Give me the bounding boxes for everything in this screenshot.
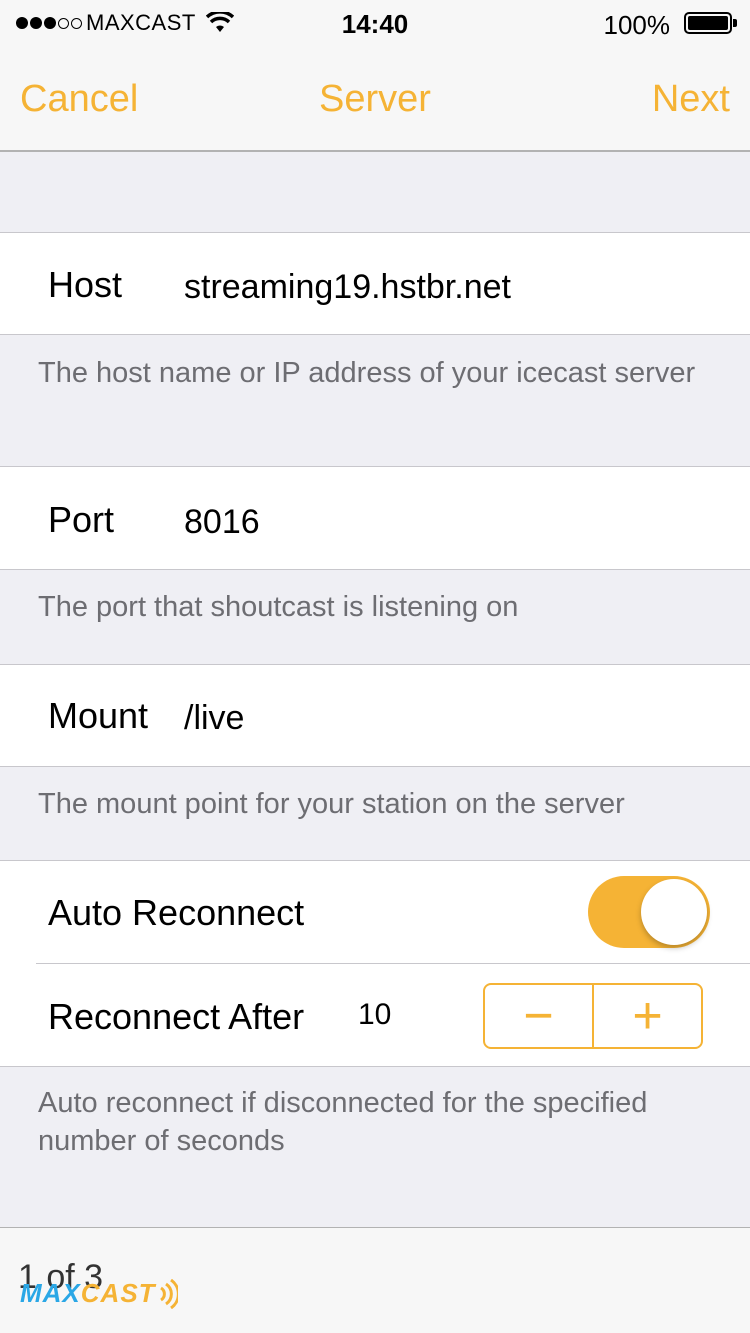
toggle-knob (641, 879, 707, 945)
mount-footer: The mount point for your station on the … (38, 788, 625, 820)
increment-button[interactable]: + (594, 985, 701, 1047)
cancel-button[interactable]: Cancel (20, 78, 138, 121)
mount-label: Mount (48, 695, 149, 736)
logo-text-cast: CAST (80, 1278, 156, 1308)
host-label: Host (48, 264, 123, 305)
reconnect-after-value: 10 (358, 998, 392, 1031)
maxcast-logo: MAX CAST (20, 1278, 178, 1309)
reconnect-footer: Auto reconnect if disconnected for the s… (38, 1087, 648, 1157)
auto-reconnect-label: Auto Reconnect (48, 892, 305, 933)
port-footer: The port that shoutcast is listening on (38, 591, 519, 623)
host-footer: The host name or IP address of your icec… (38, 357, 696, 389)
logo-text-max: MAX (20, 1278, 81, 1308)
reconnect-stepper: − + (483, 983, 703, 1049)
cell-separator (36, 963, 750, 964)
broadcast-waves-icon (159, 1278, 178, 1309)
auto-reconnect-toggle[interactable] (588, 876, 710, 948)
battery-percent: 100% (603, 10, 671, 40)
port-label: Port (48, 499, 115, 540)
port-input[interactable]: 8016 (184, 503, 260, 542)
mount-input[interactable]: /live (184, 699, 244, 738)
battery-icon (684, 12, 737, 34)
reconnect-after-label: Reconnect After (48, 996, 305, 1037)
host-input[interactable]: streaming19.hstbr.net (184, 268, 511, 307)
decrement-button[interactable]: − (485, 985, 592, 1047)
next-button[interactable]: Next (652, 78, 730, 121)
